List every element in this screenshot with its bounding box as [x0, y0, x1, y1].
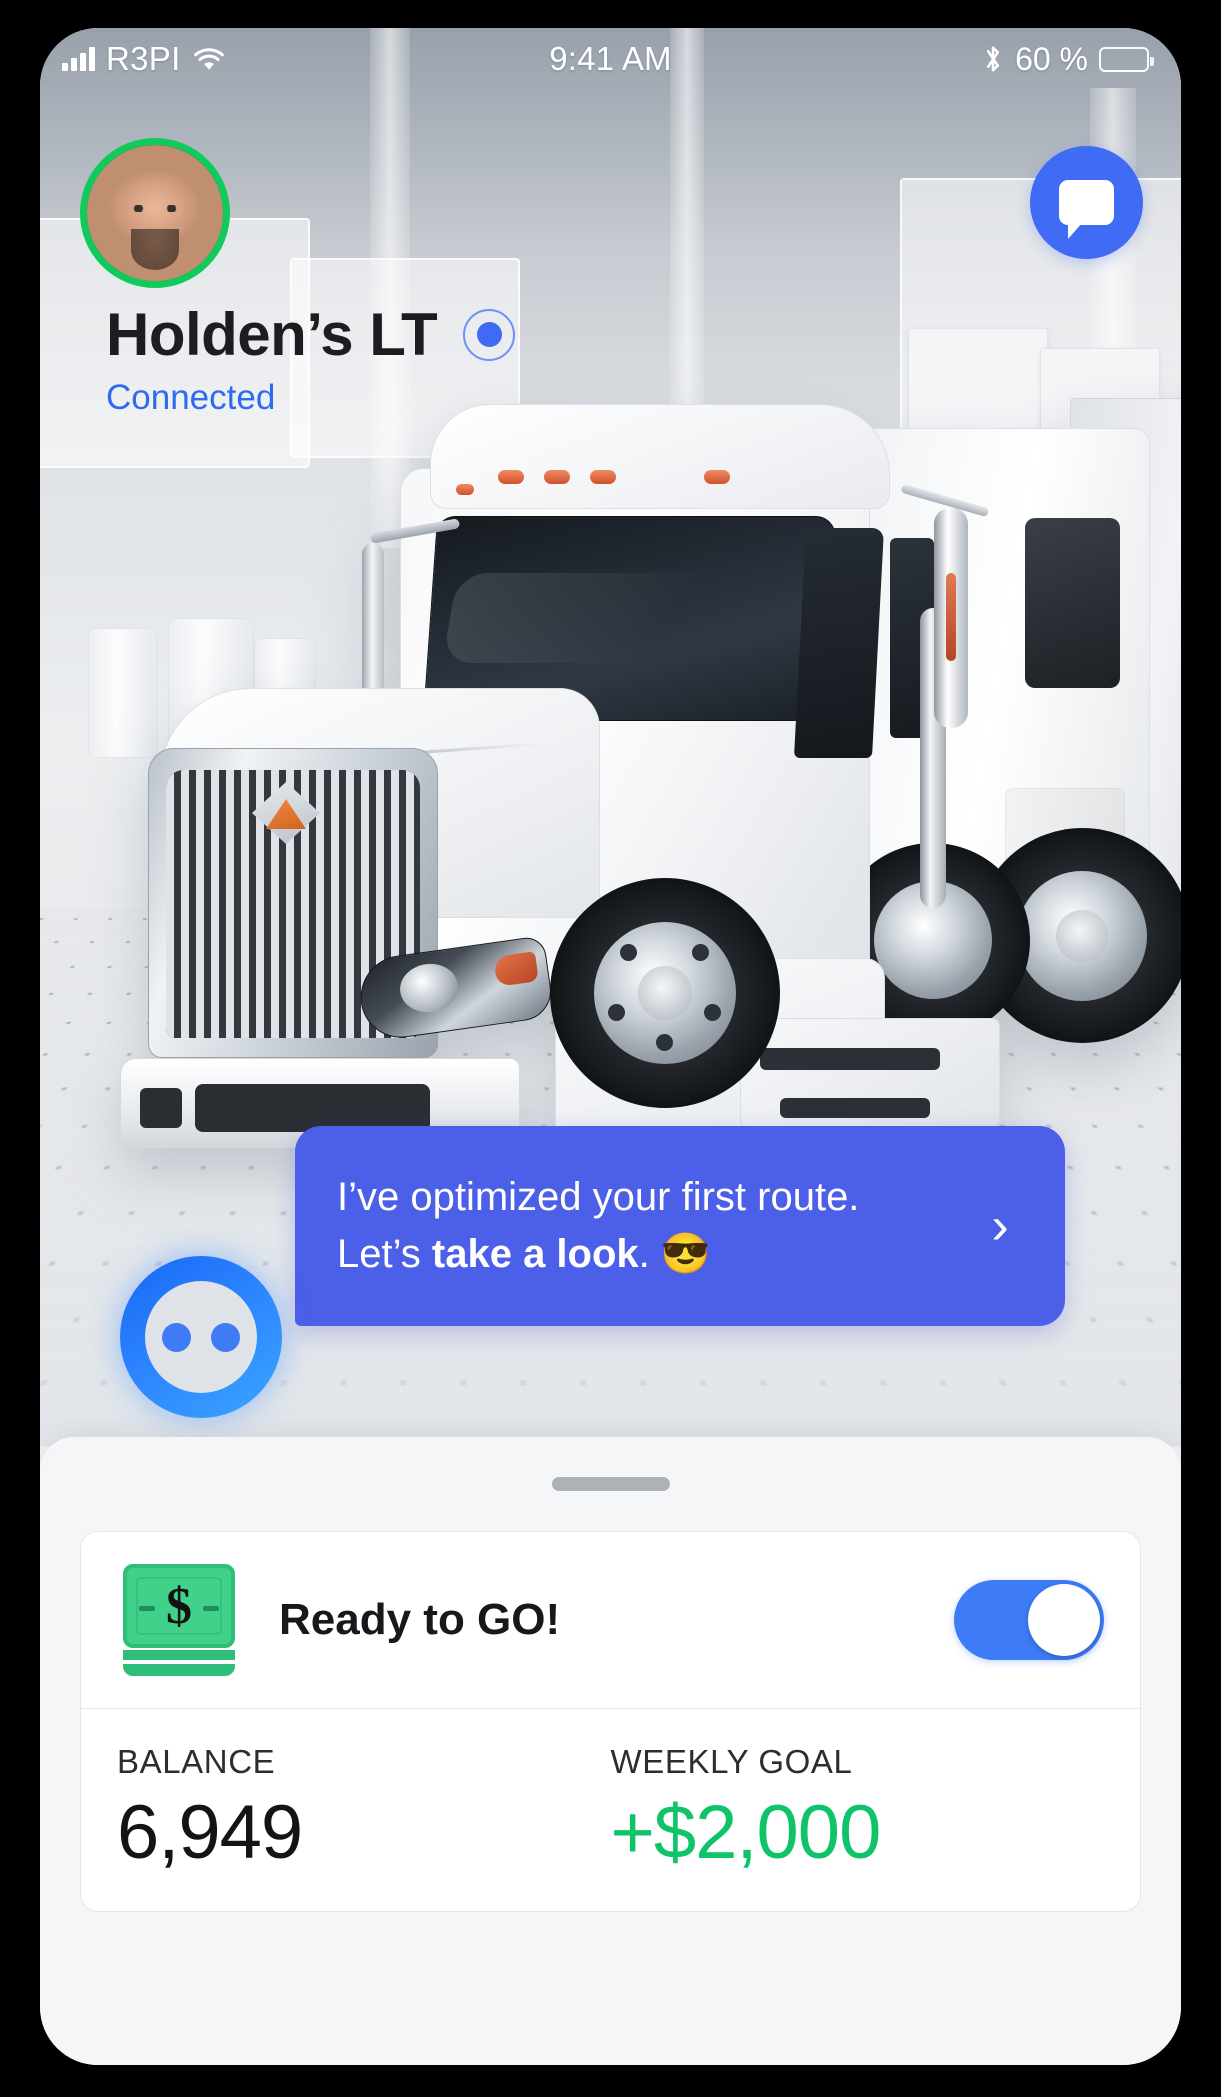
battery-percent-label: 60 % [1015, 40, 1088, 77]
connection-status-label: Connected [106, 378, 276, 417]
cellular-bars-icon [62, 47, 95, 71]
vehicle-hero-image: R3PI 9:41 AM 60 % Holden’s LT Connected … [40, 28, 1181, 1446]
status-bar: R3PI 9:41 AM 60 % [40, 28, 1181, 90]
assistant-message-text: I’ve optimized your first route. Let’s t… [337, 1169, 963, 1283]
wifi-icon [192, 46, 226, 72]
stat-balance: BALANCE 6,949 [117, 1743, 611, 1871]
weekly-goal-value: +$2,000 [610, 1790, 882, 1875]
ready-to-go-label: Ready to GO! [279, 1595, 561, 1644]
connected-dot-icon [463, 308, 516, 361]
carrier-label: R3PI [106, 40, 181, 77]
toggle-knob [1028, 1584, 1100, 1656]
stat-weekly-goal: WEEKLY GOAL +$2,000 [611, 1743, 1105, 1871]
drag-handle-icon[interactable] [551, 1477, 670, 1491]
bluetooth-icon [982, 43, 1004, 75]
battery-icon [1099, 46, 1154, 72]
money-stack-icon: $ [117, 1564, 245, 1676]
assistant-orb-eyes [145, 1281, 257, 1393]
stats-row: BALANCE 6,949 WEEKLY GOAL +$2,000 [81, 1709, 1140, 1911]
semi-truck-illustration [100, 358, 1181, 1148]
assistant-message-line2-prefix: Let’s [337, 1232, 432, 1276]
vehicle-title-row: Holden’s LT [106, 301, 516, 368]
avatar-photo [87, 145, 223, 281]
page-title: Holden’s LT [106, 301, 438, 368]
chevron-right-icon[interactable]: › [977, 1200, 1023, 1252]
weekly-goal-label: WEEKLY GOAL [610, 1743, 853, 1780]
vehicle-title-block: Holden’s LT Connected [106, 301, 516, 418]
ready-to-go-row: $ Ready to GO! [81, 1532, 1140, 1709]
phone-screen: R3PI 9:41 AM 60 % Holden’s LT Connected … [40, 28, 1181, 2065]
assistant-message-line2-suffix: . 😎 [638, 1232, 711, 1276]
assistant-message-card[interactable]: I’ve optimized your first route. Let’s t… [295, 1126, 1065, 1326]
ready-to-go-toggle[interactable] [954, 1580, 1104, 1660]
balance-label: BALANCE [117, 1743, 276, 1780]
assistant-message-line1: I’ve optimized your first route. [337, 1175, 860, 1220]
money-card: $ Ready to GO! BALANCE 6,949 WEEKLY GOAL [80, 1531, 1141, 1912]
assistant-message-line2-bold: take a look [431, 1232, 639, 1276]
chat-bubble-icon [1059, 180, 1114, 239]
device-frame: R3PI 9:41 AM 60 % Holden’s LT Connected … [0, 0, 1221, 2097]
balance-value: 6,949 [117, 1790, 303, 1875]
avatar[interactable] [80, 138, 230, 288]
bottom-sheet: $ Ready to GO! BALANCE 6,949 WEEKLY GOAL [40, 1437, 1181, 2065]
clock-label: 9:41 AM [549, 40, 672, 77]
assistant-orb-icon[interactable] [120, 1256, 282, 1418]
chat-button[interactable] [1030, 146, 1143, 259]
